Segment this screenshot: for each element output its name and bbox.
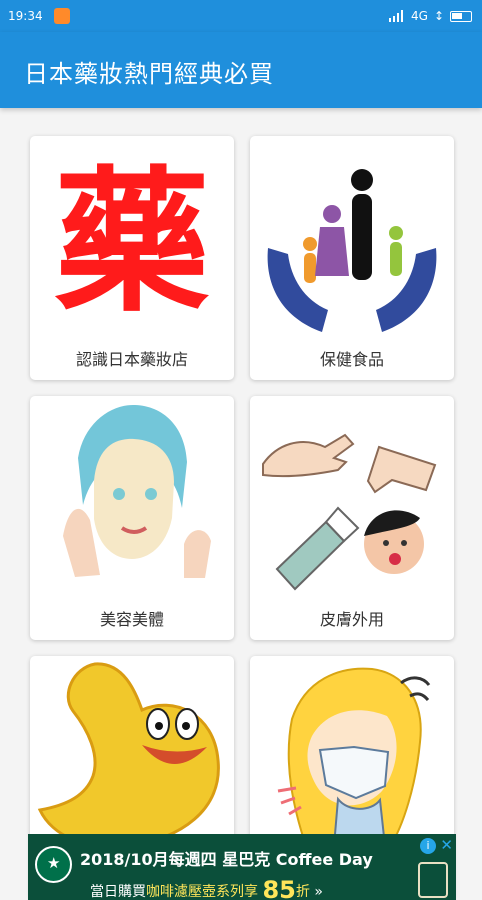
ad-banner[interactable]: 2018/10月每週四 星巴克 Coffee Day 當日購買咖啡濾壓壺系列享 … (28, 834, 456, 900)
card-label: 認識日本藥妝店 (75, 350, 188, 369)
family-care-hands-icon (267, 169, 437, 332)
chevron-right-icon: » (314, 884, 323, 900)
category-card-drugstore[interactable]: 藥 認識日本藥妝店 (30, 136, 234, 380)
category-card-skin-care[interactable]: 皮膚外用 (250, 396, 454, 640)
page-title: 日本藥妝熱門經典必買 (24, 60, 274, 88)
skin-care-icon (262, 433, 437, 591)
status-bar: 19:34 4G ↕ (0, 0, 482, 32)
network-type: 4G (411, 9, 428, 23)
ad-headline-event: 星巴克 Coffee Day (222, 850, 373, 869)
starbucks-logo-icon (35, 846, 72, 883)
coffee-press-icon (418, 862, 448, 898)
status-time: 19:34 (8, 9, 43, 23)
ad-subline: 當日購買咖啡濾壓壺系列享 85折 » (90, 876, 323, 900)
data-arrows-icon: ↕ (433, 9, 444, 23)
discount-value: 85 (262, 876, 296, 900)
notification-icon (54, 8, 70, 24)
battery-icon (450, 10, 472, 22)
card-label: 保健食品 (319, 350, 384, 369)
ad-headline: 2018/10月每週四 星巴克 Coffee Day (80, 846, 373, 870)
card-label: 皮膚外用 (319, 610, 384, 629)
status-right: 4G ↕ (389, 9, 472, 23)
ad-headline-date: 2018/10月每週四 (80, 850, 217, 869)
ad-subline-highlight: 咖啡濾壓壺系列享 (146, 884, 258, 900)
category-card-health-food[interactable]: 保健食品 (250, 136, 454, 380)
mask-person-icon (277, 667, 431, 847)
signal-bars-icon (389, 10, 403, 22)
svg-text:藥: 藥 (55, 152, 210, 333)
discount-unit: 折 (295, 884, 310, 900)
medicine-character-icon: 藥 (55, 152, 210, 333)
card-label: 美容美體 (99, 610, 164, 629)
ad-subline-prefix: 當日購買 (90, 884, 146, 900)
stomach-icon (37, 662, 220, 850)
close-icon[interactable]: ✕ (440, 836, 453, 854)
category-card-beauty[interactable]: 美容美體 (30, 396, 234, 640)
beauty-face-icon (63, 404, 211, 578)
info-icon[interactable]: i (420, 838, 436, 854)
app-bar: 日本藥妝熱門經典必買 (0, 32, 482, 108)
